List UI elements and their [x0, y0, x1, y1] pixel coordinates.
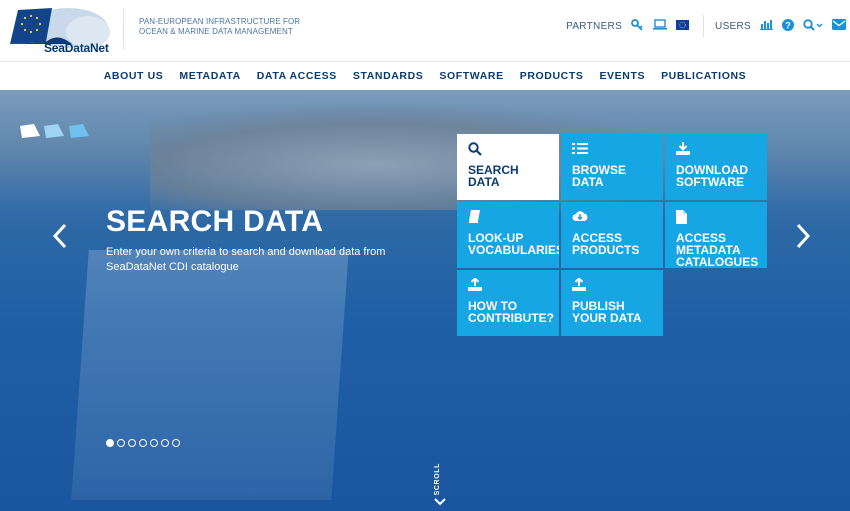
- bar-chart-icon[interactable]: [760, 19, 773, 33]
- tile-access-metadata-catalogues[interactable]: ACCESS METADATA CATALOGUES: [665, 202, 767, 268]
- tagline-line-1: PAN-EUROPEAN INFRASTRUCTURE FOR: [139, 17, 301, 26]
- mail-icon[interactable]: [832, 19, 846, 33]
- laptop-icon[interactable]: [653, 19, 668, 33]
- slide-dot[interactable]: [117, 439, 125, 447]
- hero-description: Enter your own criteria to search and do…: [106, 246, 386, 273]
- tile-label: PUBLISH YOUR DATA: [572, 299, 642, 325]
- eu-flag-icon[interactable]: [676, 19, 690, 33]
- nav-events[interactable]: EVENTS: [599, 70, 645, 82]
- site-header: SeaDataNet PAN-EUROPEAN INFRASTRUCTURE F…: [0, 0, 850, 62]
- nav-software[interactable]: SOFTWARE: [439, 70, 503, 82]
- tile-label: ACCESS METADATA CATALOGUES: [676, 231, 759, 268]
- hero-title: SEARCH DATA: [106, 205, 324, 238]
- tile-browse-data[interactable]: BROWSE DATA: [561, 134, 663, 200]
- quick-links-grid: SEARCH DATA BROWSE DATA DOWNLOAD SOFTWAR…: [457, 134, 767, 336]
- scroll-label[interactable]: SCROLL: [434, 463, 441, 495]
- nav-publications[interactable]: PUBLICATIONS: [661, 70, 746, 82]
- file-icon: [676, 210, 767, 232]
- tile-empty: [665, 270, 767, 336]
- seadatanet-logo[interactable]: SeaDataNet: [6, 4, 114, 55]
- header-divider: [123, 8, 124, 50]
- flag-icon[interactable]: [68, 124, 89, 138]
- tile-label: ACCESS PRODUCTS: [572, 231, 640, 257]
- search-icon: [468, 142, 559, 164]
- tile-download-software[interactable]: DOWNLOAD SOFTWARE: [665, 134, 767, 200]
- utility-bar: PARTNERS USERS ?: [566, 0, 850, 52]
- main-nav: ABOUT US METADATA DATA ACCESS STANDARDS …: [0, 62, 850, 90]
- tagline-line-2: OCEAN & MARINE DATA MANAGEMENT: [139, 27, 293, 36]
- download-icon: [676, 142, 767, 164]
- tagline: PAN-EUROPEAN INFRASTRUCTURE FOR OCEAN & …: [139, 17, 300, 37]
- tile-label: HOW TO CONTRIBUTE?: [468, 299, 554, 325]
- svg-text:?: ?: [785, 20, 791, 30]
- tile-label: DOWNLOAD SOFTWARE: [676, 163, 748, 189]
- tile-how-to-contribute[interactable]: HOW TO CONTRIBUTE?: [457, 270, 559, 336]
- tile-look-up-vocabularies[interactable]: LOOK-UP VOCABULARIES: [457, 202, 559, 268]
- slide-dot[interactable]: [150, 439, 158, 447]
- list-icon: [572, 142, 663, 164]
- tile-label: LOOK-UP VOCABULARIES: [468, 231, 559, 257]
- partners-link[interactable]: PARTNERS: [566, 21, 622, 32]
- prev-slide-chevron-icon[interactable]: [52, 222, 68, 257]
- tile-publish-your-data[interactable]: PUBLISH YOUR DATA: [561, 270, 663, 336]
- slide-dot[interactable]: [139, 439, 147, 447]
- slide-dot[interactable]: [128, 439, 136, 447]
- nav-metadata[interactable]: METADATA: [179, 70, 240, 82]
- side-social-icons: [20, 124, 89, 171]
- slider-pagination: [106, 439, 180, 447]
- upload-icon: [468, 277, 559, 300]
- nav-products[interactable]: PRODUCTS: [520, 70, 584, 82]
- scroll-chevron-down-icon[interactable]: [434, 496, 446, 510]
- flag-icon[interactable]: [20, 124, 40, 138]
- flag-icon[interactable]: [44, 124, 65, 138]
- tile-access-products[interactable]: ACCESS PRODUCTS: [561, 202, 663, 268]
- utility-separator: [703, 15, 705, 37]
- upload-icon: [572, 277, 663, 300]
- next-slide-chevron-icon[interactable]: [795, 222, 811, 257]
- nav-data-access[interactable]: DATA ACCESS: [257, 70, 337, 82]
- cloud-download-icon: [572, 210, 663, 232]
- book-icon: [468, 210, 559, 232]
- key-icon[interactable]: [631, 18, 644, 34]
- users-link[interactable]: USERS: [715, 21, 751, 32]
- slide-dot[interactable]: [161, 439, 169, 447]
- nav-about-us[interactable]: ABOUT US: [104, 70, 164, 82]
- slide-dot[interactable]: [172, 439, 180, 447]
- logo-text: SeaDataNet: [44, 41, 109, 55]
- tile-label: BROWSE DATA: [572, 163, 626, 189]
- search-icon[interactable]: [803, 18, 823, 34]
- slide-dot[interactable]: [106, 439, 114, 447]
- nav-standards[interactable]: STANDARDS: [353, 70, 424, 82]
- tile-search-data[interactable]: SEARCH DATA: [457, 134, 559, 200]
- hero-background-device: [71, 250, 349, 500]
- tile-label: SEARCH DATA: [468, 163, 519, 189]
- help-icon[interactable]: ?: [782, 18, 794, 34]
